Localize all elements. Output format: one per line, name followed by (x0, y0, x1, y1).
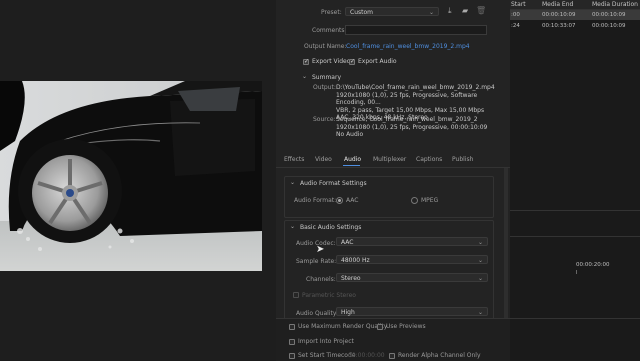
max-render-quality-label: Use Maximum Render Quality (298, 323, 388, 330)
tab-effects[interactable]: Effects (284, 156, 304, 163)
col-start: Start (511, 1, 526, 8)
chevron-down-icon: ⌄ (477, 239, 483, 246)
table-row[interactable]: :24 00:10:33:07 00:00:10:09 (510, 21, 640, 31)
set-start-timecode-checkbox[interactable] (289, 353, 295, 359)
output-summary-label: Output: (313, 84, 336, 91)
comments-input[interactable] (345, 25, 487, 35)
divider (510, 318, 640, 319)
output-name-link[interactable]: Cool_frame_rain_weel_bmw_2019_2.mp4 (346, 43, 470, 50)
queue-panel: Start Media End Media Duration :00 00:00… (510, 0, 640, 360)
radio-mpeg-label: MPEG (421, 197, 439, 204)
export-video-checkbox[interactable] (303, 58, 309, 65)
set-start-timecode-label: Set Start Timecode (298, 352, 356, 359)
sample-rate-dropdown[interactable]: 48000 Hz ⌄ (336, 255, 488, 264)
export-audio-checkbox[interactable] (349, 58, 355, 65)
audio-quality-value: High (341, 309, 355, 316)
preset-value: Custom (350, 9, 373, 16)
summary-heading: Summary (312, 74, 341, 81)
table-row[interactable]: :00 00:00:10:09 00:00:10:09 (510, 10, 640, 20)
settings-tabs: Effects Video Audio Multiplexer Captions… (276, 153, 510, 168)
radio-mpeg[interactable] (411, 197, 418, 204)
audio-format-heading: Audio Format Settings (300, 180, 367, 187)
chevron-down-icon: ⌄ (477, 309, 483, 316)
timeline-tick (576, 270, 577, 274)
audio-quality-label: Audio Quality: (296, 310, 338, 317)
sample-rate-label: Sample Rate: (296, 258, 337, 265)
comments-label: Comments: (312, 27, 347, 34)
mouse-cursor-icon: ➤ (316, 244, 325, 255)
basic-audio-heading: Basic Audio Settings (300, 224, 362, 231)
start-timecode-value[interactable]: 00:00:00:00 (348, 352, 385, 359)
delete-preset-icon[interactable]: 🗑 (476, 6, 486, 15)
preset-dropdown[interactable]: Custom ⌄ (345, 7, 439, 16)
car-wheel-image (0, 81, 262, 271)
chevron-down-icon: ⌄ (477, 275, 483, 282)
parametric-stereo-checkbox[interactable] (293, 292, 299, 298)
tab-audio[interactable]: Audio (344, 156, 361, 163)
queue-header: Start Media End Media Duration (510, 0, 640, 10)
channels-label: Channels: (306, 276, 336, 283)
preview-frame (0, 81, 262, 271)
source-preview-area (0, 0, 276, 360)
channels-value: Stereo (341, 275, 361, 282)
basic-audio-collapse-icon[interactable]: ⌄ (290, 223, 295, 230)
audio-quality-dropdown[interactable]: High ⌄ (336, 307, 488, 316)
settings-scrollbar[interactable] (504, 168, 508, 318)
preset-label: Preset: (321, 9, 342, 16)
use-previews-checkbox[interactable] (377, 324, 383, 330)
active-tab-indicator (343, 165, 360, 166)
import-into-project-label: Import Into Project (298, 338, 354, 345)
import-into-project-checkbox[interactable] (289, 339, 295, 345)
divider (510, 210, 640, 211)
chevron-down-icon: ⌄ (428, 9, 434, 16)
radio-aac[interactable] (336, 197, 343, 204)
channels-dropdown[interactable]: Stereo ⌄ (336, 273, 488, 282)
parametric-stereo-label: Parametric Stereo (302, 292, 356, 299)
audio-codec-dropdown[interactable]: AAC ⌄ (336, 237, 488, 246)
col-media-duration: Media Duration (592, 1, 638, 8)
timeline-timecode: 00:00:20:00 (576, 262, 610, 268)
sample-rate-value: 48000 Hz (341, 257, 370, 264)
render-alpha-checkbox[interactable] (389, 353, 395, 359)
export-video-label: Export Video (312, 58, 351, 65)
source-summary: Sequence, Cool_frame_rain_weel_bmw_2019_… (336, 116, 488, 138)
output-name-label: Output Name: (304, 43, 347, 50)
audio-codec-value: AAC (341, 239, 354, 246)
export-settings-panel: Preset: Custom ⌄ ⤓ ▰ 🗑 Comments: Output … (276, 0, 510, 361)
tab-multiplexer[interactable]: Multiplexer (373, 156, 406, 163)
max-render-quality-checkbox[interactable] (289, 324, 295, 330)
radio-aac-label: AAC (346, 197, 359, 204)
summary-collapse-icon[interactable]: ⌄ (302, 73, 307, 80)
render-alpha-label: Render Alpha Channel Only (398, 352, 481, 359)
chevron-down-icon: ⌄ (477, 257, 483, 264)
use-previews-label: Use Previews (386, 323, 426, 330)
tab-publish[interactable]: Publish (452, 156, 473, 163)
tab-video[interactable]: Video (315, 156, 332, 163)
audio-format-label: Audio Format: (294, 197, 337, 204)
tab-captions[interactable]: Captions (416, 156, 442, 163)
audio-format-collapse-icon[interactable]: ⌄ (290, 179, 295, 186)
import-preset-icon[interactable]: ▰ (462, 6, 468, 15)
render-options: Use Maximum Render Quality Use Previews … (276, 318, 510, 361)
col-media-end: Media End (542, 1, 574, 8)
export-audio-label: Export Audio (358, 58, 397, 65)
basic-audio-section (284, 220, 494, 320)
source-summary-label: Source: (313, 116, 336, 123)
save-preset-icon[interactable]: ⤓ (448, 6, 452, 16)
divider (510, 236, 640, 237)
